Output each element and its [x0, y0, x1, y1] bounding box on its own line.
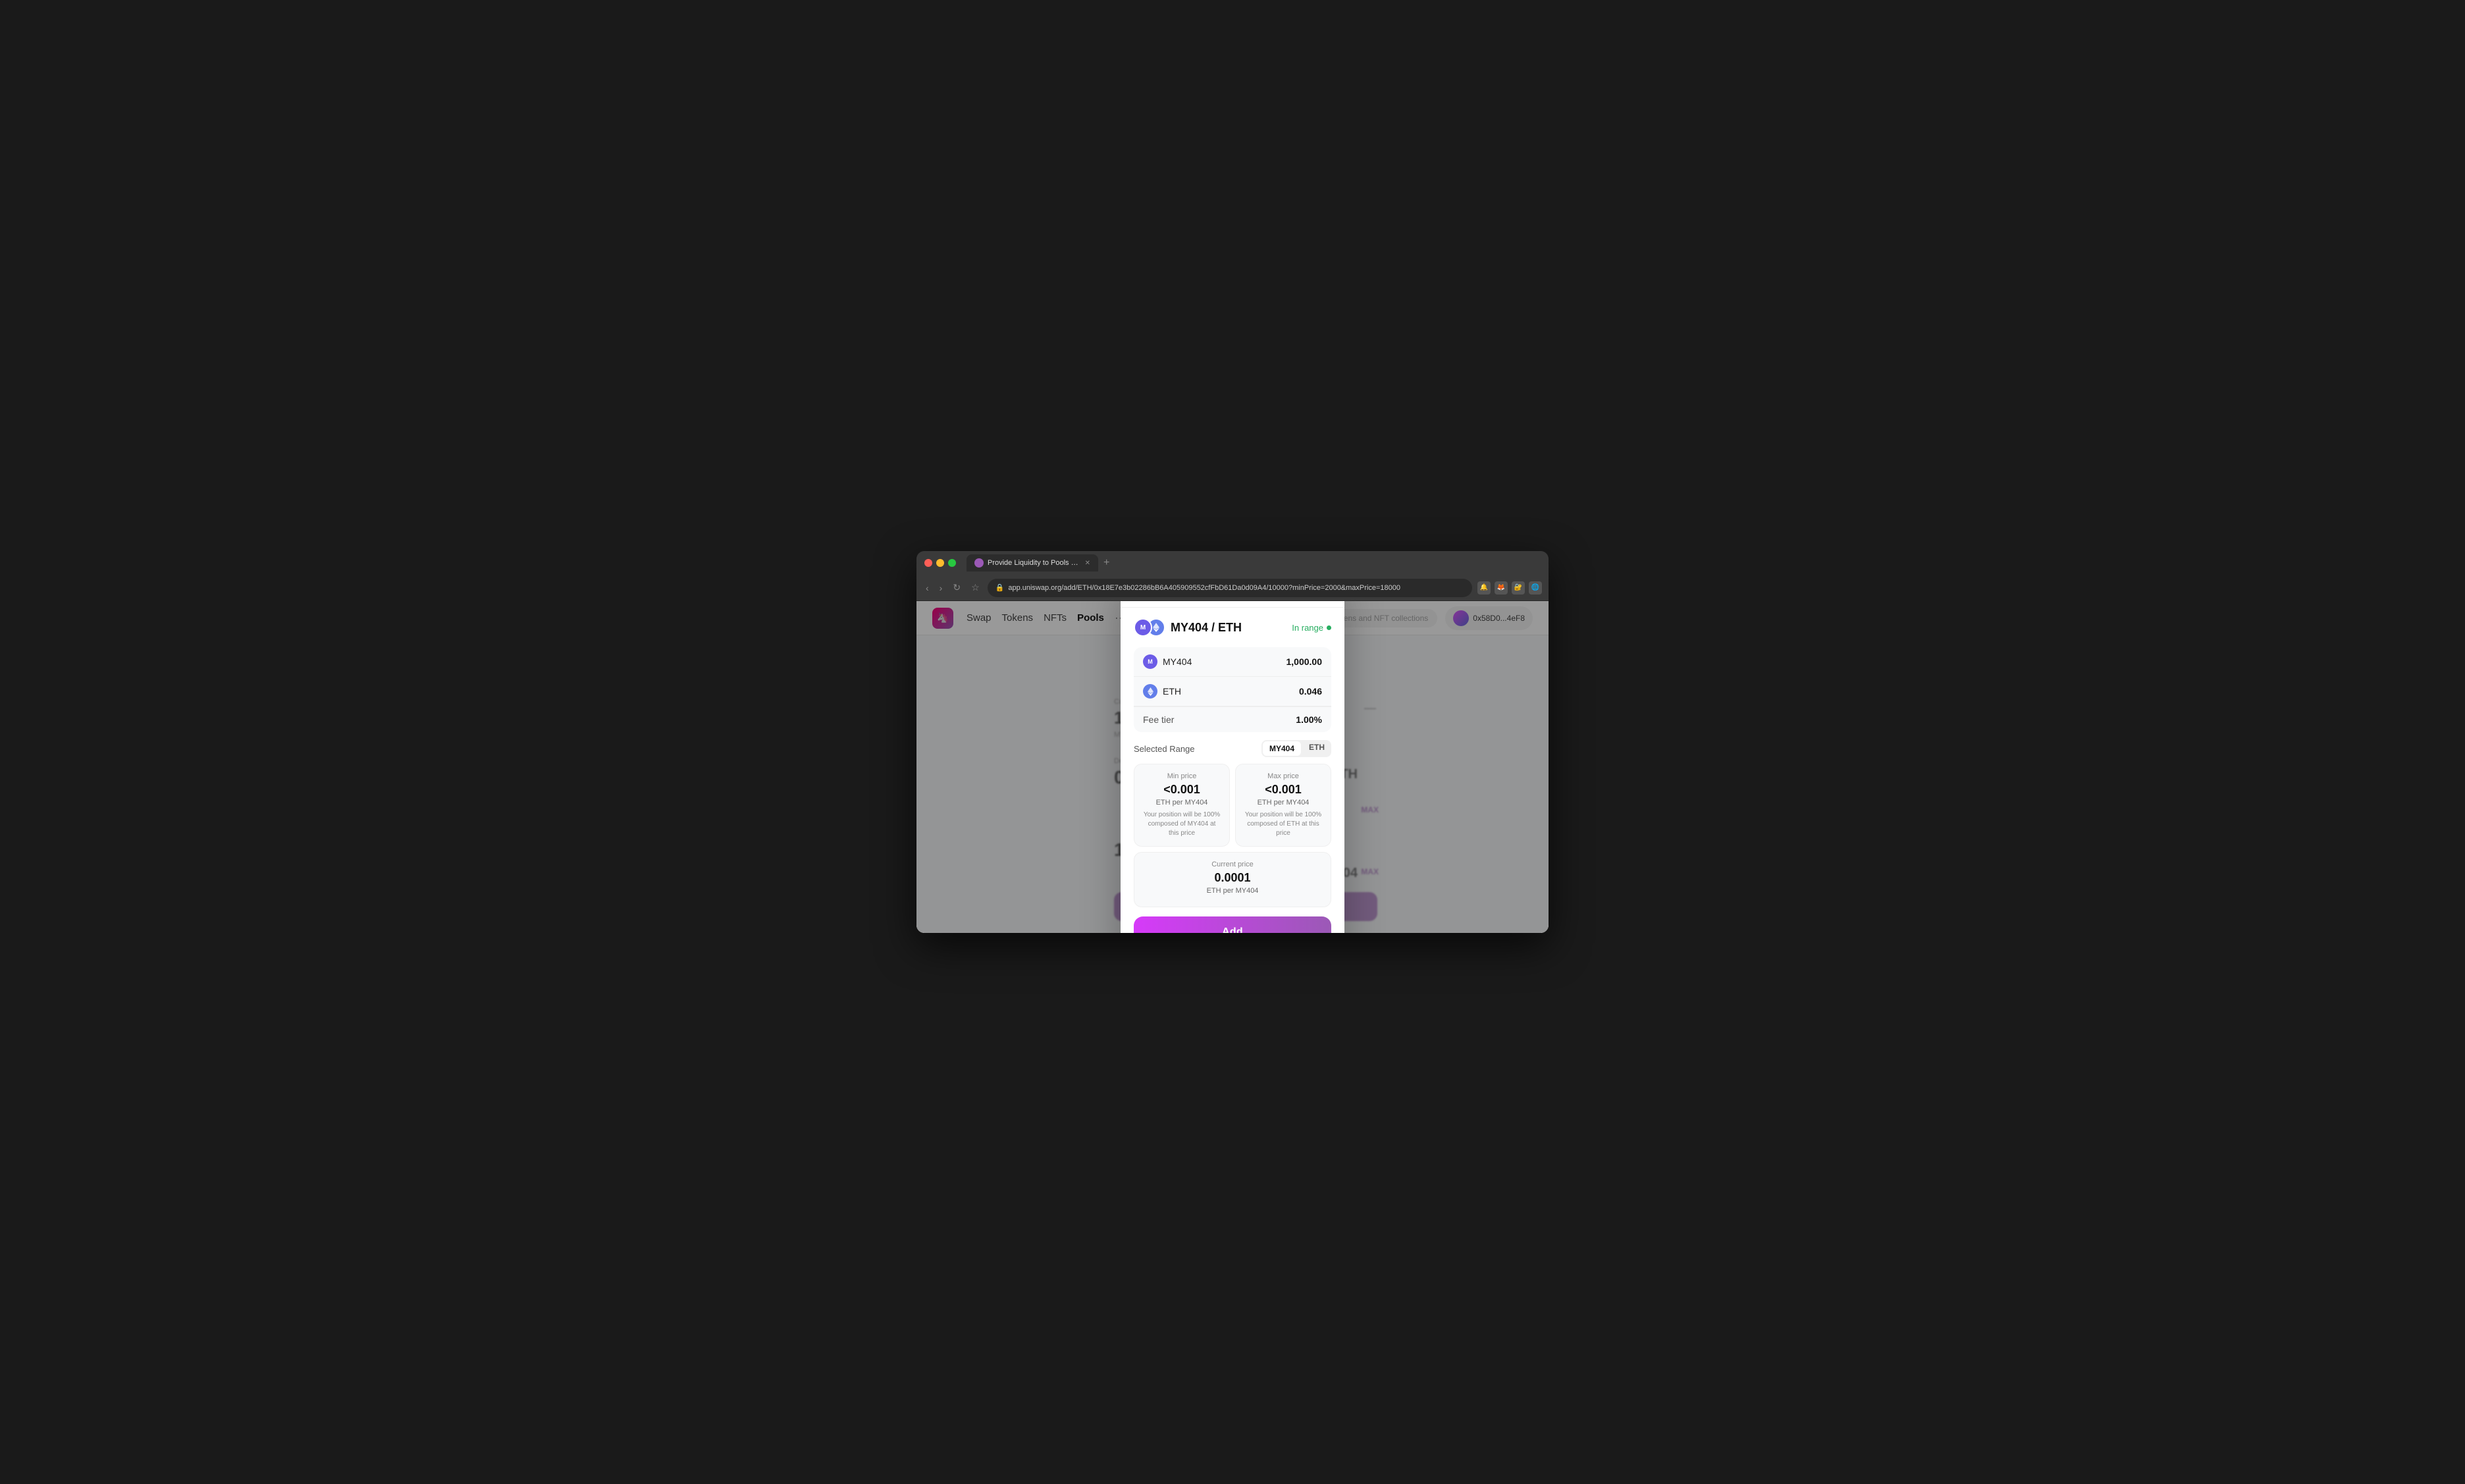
tab-bar: Provide Liquidity to Pools on Un ✕ + — [967, 554, 1541, 571]
current-price-card: Current price 0.0001 ETH per MY404 — [1134, 852, 1331, 907]
pair-status: In range — [1292, 623, 1331, 633]
tab-favicon-icon — [974, 558, 984, 568]
max-price-desc: Your position will be 100% composed of E… — [1244, 810, 1323, 838]
range-toggle-eth[interactable]: ETH — [1302, 740, 1331, 757]
back-button[interactable]: ‹ — [923, 580, 932, 596]
extension-icon-2[interactable]: 🦊 — [1495, 581, 1508, 595]
eth-symbol: ETH — [1163, 686, 1181, 697]
price-cards: Min price <0.001 ETH per MY404 Your posi… — [1134, 764, 1331, 847]
min-price-value: <0.001 — [1142, 783, 1221, 797]
title-bar: Provide Liquidity to Pools on Un ✕ + — [916, 551, 1549, 575]
range-section: Selected Range MY404 ETH Min price <0.00… — [1134, 740, 1331, 933]
browser-extension-icons: 🔔 🦊 🔐 🌐 — [1477, 581, 1542, 595]
min-price-card: Min price <0.001 ETH per MY404 Your posi… — [1134, 764, 1230, 847]
token-row-left-my404: M MY404 — [1143, 654, 1192, 669]
token-row-eth: ETH 0.046 — [1134, 677, 1331, 706]
navigation-bar: ‹ › ↻ ☆ 🔒 app.uniswap.org/add/ETH/0x18E7… — [916, 575, 1549, 601]
address-bar[interactable]: 🔒 app.uniswap.org/add/ETH/0x18E7e3b02286… — [988, 579, 1472, 597]
min-price-label: Min price — [1142, 772, 1221, 780]
traffic-lights — [924, 559, 956, 567]
token-row-my404: M MY404 1,000.00 — [1134, 647, 1331, 677]
range-label: Selected Range — [1134, 744, 1195, 754]
max-price-card: Max price <0.001 ETH per MY404 Your posi… — [1235, 764, 1331, 847]
current-price-label: Current price — [1142, 861, 1323, 868]
my404-small-icon: M — [1143, 654, 1157, 669]
minimize-window-button[interactable] — [936, 559, 944, 567]
pair-icons: M MY404 / ETH — [1134, 618, 1242, 637]
extension-icon-3[interactable]: 🔐 — [1512, 581, 1525, 595]
modal-header: Add Liquidity × — [1121, 601, 1344, 608]
max-price-value: <0.001 — [1244, 783, 1323, 797]
bookmark-button[interactable]: ☆ — [968, 579, 982, 596]
add-liquidity-modal: Add Liquidity × M — [1121, 601, 1344, 933]
range-toggle: MY404 ETH — [1261, 740, 1331, 757]
tab-close-icon[interactable]: ✕ — [1085, 560, 1090, 567]
fullscreen-window-button[interactable] — [948, 559, 956, 567]
pair-status-label: In range — [1292, 623, 1323, 633]
token-row-left-eth: ETH — [1143, 684, 1181, 699]
extension-icon-1[interactable]: 🔔 — [1477, 581, 1491, 595]
max-price-label: Max price — [1244, 772, 1323, 780]
new-tab-button[interactable]: + — [1101, 557, 1112, 569]
current-price-unit: ETH per MY404 — [1142, 887, 1323, 895]
max-price-unit: ETH per MY404 — [1244, 799, 1323, 807]
add-liquidity-button[interactable]: Add — [1134, 916, 1331, 933]
pair-header: M MY404 / ETH In range — [1134, 618, 1331, 637]
eth-small-icon — [1143, 684, 1157, 699]
my404-symbol: MY404 — [1163, 656, 1192, 667]
pair-name: MY404 / ETH — [1171, 621, 1242, 635]
my404-token-icon: M — [1134, 618, 1152, 637]
fee-label: Fee tier — [1143, 714, 1174, 725]
close-window-button[interactable] — [924, 559, 932, 567]
min-price-desc: Your position will be 100% composed of M… — [1142, 810, 1221, 838]
extension-icon-4[interactable]: 🌐 — [1529, 581, 1542, 595]
modal-body: M MY404 / ETH In range — [1121, 608, 1344, 933]
current-price-value: 0.0001 — [1142, 871, 1323, 885]
refresh-button[interactable]: ↻ — [950, 579, 963, 596]
status-dot-icon — [1327, 625, 1331, 630]
min-price-unit: ETH per MY404 — [1142, 799, 1221, 807]
fee-row: Fee tier 1.00% — [1134, 706, 1331, 732]
eth-amount: 0.046 — [1299, 686, 1322, 697]
fee-value: 1.00% — [1296, 714, 1322, 725]
range-toggle-my404[interactable]: MY404 — [1263, 741, 1301, 756]
page-content: 🦄 Swap Tokens NFTs Pools ··· 🔍 Search to… — [916, 601, 1549, 933]
forward-button[interactable]: › — [937, 580, 945, 596]
tab-title: Provide Liquidity to Pools on Un — [988, 559, 1078, 567]
browser-tab[interactable]: Provide Liquidity to Pools on Un ✕ — [967, 554, 1098, 571]
range-header: Selected Range MY404 ETH — [1134, 740, 1331, 757]
my404-amount: 1,000.00 — [1286, 656, 1323, 667]
pair-token-icons: M — [1134, 618, 1165, 637]
url-text: app.uniswap.org/add/ETH/0x18E7e3b02286bB… — [1008, 584, 1400, 592]
token-rows-container: M MY404 1,000.00 — [1134, 647, 1331, 732]
